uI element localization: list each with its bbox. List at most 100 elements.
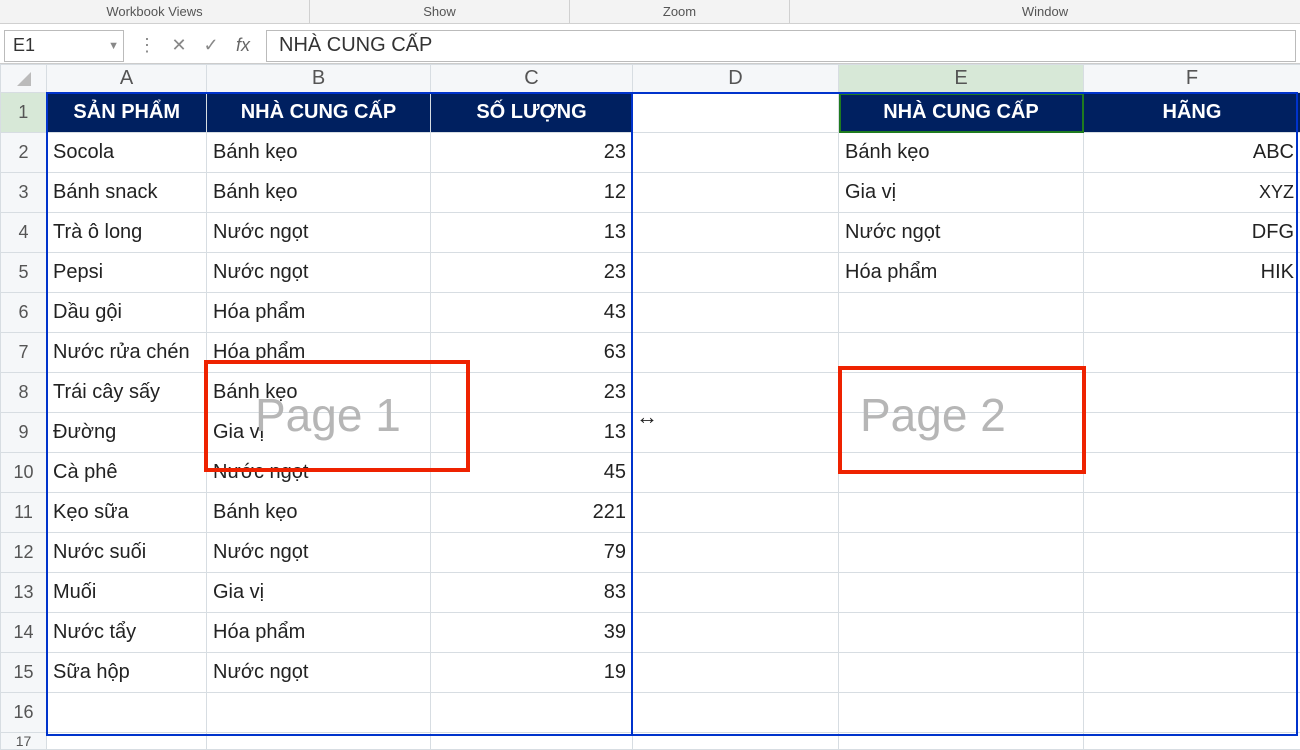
cell-E10[interactable] xyxy=(839,453,1084,493)
cell-F1[interactable]: HÃNG xyxy=(1084,93,1300,133)
row-header-2[interactable]: 2 xyxy=(1,133,47,173)
cell-B9[interactable]: Gia vị xyxy=(207,413,431,453)
cell-E11[interactable] xyxy=(839,493,1084,533)
cell-B1[interactable]: NHÀ CUNG CẤP xyxy=(207,93,431,133)
cell-A10[interactable]: Cà phê xyxy=(47,453,207,493)
cell-A7[interactable]: Nước rửa chén xyxy=(47,333,207,373)
cell-B12[interactable]: Nước ngọt xyxy=(207,533,431,573)
cell-D6[interactable] xyxy=(633,293,839,333)
cell-E15[interactable] xyxy=(839,653,1084,693)
col-header-E[interactable]: E xyxy=(839,65,1084,93)
row-header-15[interactable]: 15 xyxy=(1,653,47,693)
cell-A6[interactable]: Dầu gội xyxy=(47,293,207,333)
cell-A15[interactable]: Sữa hộp xyxy=(47,653,207,693)
cell-C2[interactable]: 23 xyxy=(431,133,633,173)
cell-A1[interactable]: SẢN PHẨM xyxy=(47,93,207,133)
cell-D3[interactable] xyxy=(633,173,839,213)
ribbon-group-workbook-views[interactable]: Workbook Views xyxy=(0,0,310,23)
cell-D16[interactable] xyxy=(633,693,839,733)
cell-D1[interactable] xyxy=(633,93,839,133)
row-header-5[interactable]: 5 xyxy=(1,253,47,293)
cell-A5[interactable]: Pepsi xyxy=(47,253,207,293)
cell-B7[interactable]: Hóa phẩm xyxy=(207,333,431,373)
row-header-12[interactable]: 12 xyxy=(1,533,47,573)
cell-E7[interactable] xyxy=(839,333,1084,373)
row-header-3[interactable]: 3 xyxy=(1,173,47,213)
cell-F2[interactable]: ABC xyxy=(1084,133,1300,173)
col-header-D[interactable]: D xyxy=(633,65,839,93)
cell-D8[interactable] xyxy=(633,373,839,413)
page-break-vertical-split[interactable] xyxy=(631,92,633,736)
cell-E5[interactable]: Hóa phẩm xyxy=(839,253,1084,293)
cell-E14[interactable] xyxy=(839,613,1084,653)
cell-F6[interactable] xyxy=(1084,293,1300,333)
cell-B16[interactable] xyxy=(207,693,431,733)
cell-C3[interactable]: 12 xyxy=(431,173,633,213)
cell-D9[interactable] xyxy=(633,413,839,453)
cell-E12[interactable] xyxy=(839,533,1084,573)
cell-C14[interactable]: 39 xyxy=(431,613,633,653)
cell-D5[interactable] xyxy=(633,253,839,293)
cell-C16[interactable] xyxy=(431,693,633,733)
row-header-6[interactable]: 6 xyxy=(1,293,47,333)
cell-B5[interactable]: Nước ngọt xyxy=(207,253,431,293)
cell-C6[interactable]: 43 xyxy=(431,293,633,333)
page-break-bottom[interactable] xyxy=(46,734,1298,736)
cell-E6[interactable] xyxy=(839,293,1084,333)
enter-icon[interactable]: ✓ xyxy=(200,35,222,56)
dots-icon[interactable]: ⋮ xyxy=(136,35,158,56)
name-box[interactable]: E1 ▼ xyxy=(4,30,124,62)
cell-F15[interactable] xyxy=(1084,653,1300,693)
cell-D4[interactable] xyxy=(633,213,839,253)
cell-A16[interactable] xyxy=(47,693,207,733)
cell-A4[interactable]: Trà ô long xyxy=(47,213,207,253)
page-break-top[interactable] xyxy=(46,92,1298,94)
ribbon-group-zoom[interactable]: Zoom xyxy=(570,0,790,23)
cell-C13[interactable]: 83 xyxy=(431,573,633,613)
cell-A3[interactable]: Bánh snack xyxy=(47,173,207,213)
cell-F11[interactable] xyxy=(1084,493,1300,533)
cell-B2[interactable]: Bánh kẹo xyxy=(207,133,431,173)
cell-C12[interactable]: 79 xyxy=(431,533,633,573)
row-header-10[interactable]: 10 xyxy=(1,453,47,493)
cell-C1[interactable]: SỐ LƯỢNG xyxy=(431,93,633,133)
cell-A2[interactable]: Socola xyxy=(47,133,207,173)
formula-input[interactable]: NHÀ CUNG CẤP xyxy=(266,30,1296,62)
cell-E1[interactable]: NHÀ CUNG CẤP xyxy=(839,93,1084,133)
cell-B3[interactable]: Bánh kẹo xyxy=(207,173,431,213)
row-header-17[interactable]: 17 xyxy=(1,733,47,750)
cancel-icon[interactable]: ✕ xyxy=(168,35,190,56)
cell-D10[interactable] xyxy=(633,453,839,493)
cell-E2[interactable]: Bánh kẹo xyxy=(839,133,1084,173)
cell-E13[interactable] xyxy=(839,573,1084,613)
cell-F12[interactable] xyxy=(1084,533,1300,573)
col-header-C[interactable]: C xyxy=(431,65,633,93)
cell-A12[interactable]: Nước suối xyxy=(47,533,207,573)
row-header-11[interactable]: 11 xyxy=(1,493,47,533)
row-header-1[interactable]: 1 xyxy=(1,93,47,133)
cell-C10[interactable]: 45 xyxy=(431,453,633,493)
col-header-B[interactable]: B xyxy=(207,65,431,93)
cell-C4[interactable]: 13 xyxy=(431,213,633,253)
cell-F14[interactable] xyxy=(1084,613,1300,653)
cell-F10[interactable] xyxy=(1084,453,1300,493)
cell-F7[interactable] xyxy=(1084,333,1300,373)
ribbon-group-show[interactable]: Show xyxy=(310,0,570,23)
cell-C11[interactable]: 221 xyxy=(431,493,633,533)
cell-D13[interactable] xyxy=(633,573,839,613)
cell-E8[interactable] xyxy=(839,373,1084,413)
cell-D14[interactable] xyxy=(633,613,839,653)
row-header-4[interactable]: 4 xyxy=(1,213,47,253)
page-break-left[interactable] xyxy=(46,92,48,736)
select-all-corner[interactable] xyxy=(1,65,47,93)
cell-E16[interactable] xyxy=(839,693,1084,733)
cell-B10[interactable]: Nước ngọt xyxy=(207,453,431,493)
cell-F3[interactable]: XYZ xyxy=(1084,173,1300,213)
spreadsheet-grid[interactable]: A B C D E F 1 SẢN PHẨM NHÀ CUNG CẤP SỐ L… xyxy=(0,64,1300,750)
cell-B11[interactable]: Bánh kẹo xyxy=(207,493,431,533)
cell-F13[interactable] xyxy=(1084,573,1300,613)
row-header-8[interactable]: 8 xyxy=(1,373,47,413)
cell-A14[interactable]: Nước tẩy xyxy=(47,613,207,653)
resize-horizontal-icon[interactable]: ↔ xyxy=(636,404,658,430)
cell-B4[interactable]: Nước ngọt xyxy=(207,213,431,253)
